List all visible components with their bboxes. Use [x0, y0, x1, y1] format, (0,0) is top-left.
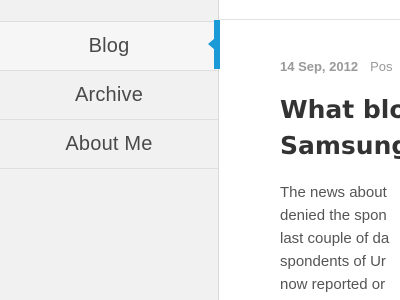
sidebar-item-label: About Me — [65, 132, 153, 155]
sidebar-item-label: Blog — [88, 34, 130, 57]
sidebar-item-label: Archive — [74, 83, 144, 106]
post-excerpt-line: The news about — [280, 184, 387, 201]
post-title-line: Samsung — [280, 131, 400, 160]
sidebar-item-archive[interactable]: Archive — [0, 71, 218, 120]
sidebar-item-blog[interactable]: Blog — [0, 22, 218, 71]
post-date: 14 Sep, 2012 — [280, 59, 359, 74]
post-title[interactable]: What blog Samsung — [280, 92, 400, 164]
sidebar-top-divider — [0, 0, 218, 22]
sidebar: Blog Archive About Me — [0, 0, 219, 300]
post-excerpt-line: last couple of da — [280, 230, 390, 247]
active-indicator-arrow-icon — [208, 38, 215, 50]
post-posted-label: Pos — [370, 59, 393, 74]
content-top-divider — [220, 19, 400, 20]
post-excerpt-line: denied the spon — [280, 207, 387, 224]
sidebar-item-about-me[interactable]: About Me — [0, 120, 218, 169]
post-meta: 14 Sep, 2012 Pos — [280, 59, 392, 74]
post-excerpt-line: spondents of Ur — [280, 253, 386, 270]
post-excerpt: The news about denied the spon last coup… — [280, 181, 400, 296]
post-excerpt-line: now reported or — [280, 276, 386, 293]
post-title-line: What blog — [280, 95, 400, 124]
main-content: 14 Sep, 2012 Pos What blog Samsung The ne… — [220, 0, 400, 300]
